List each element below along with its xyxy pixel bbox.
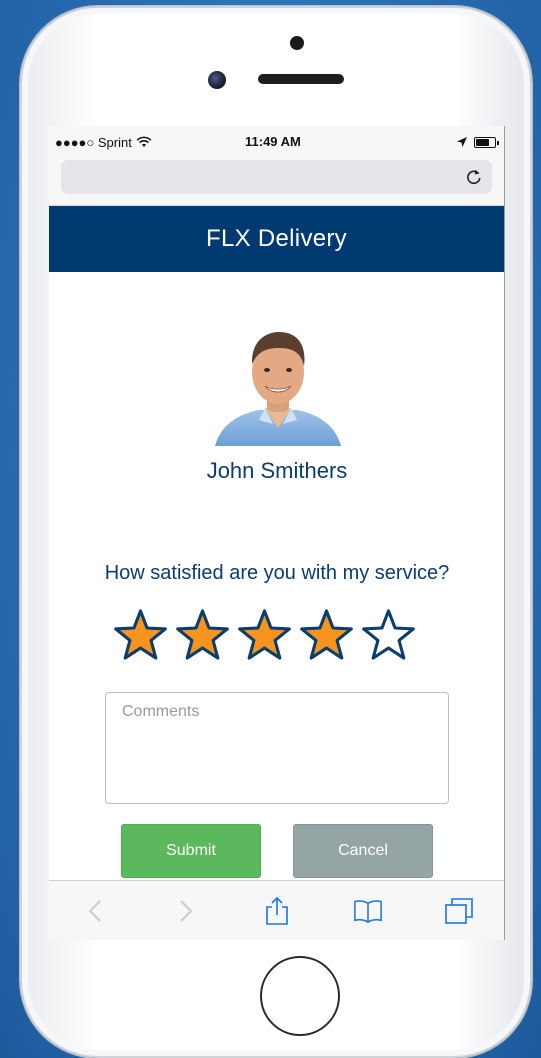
status-time: 11:49 AM	[245, 134, 301, 149]
earpiece-speaker	[258, 74, 344, 84]
status-left: ●●●●○ Sprint	[55, 135, 152, 150]
home-button[interactable]	[260, 956, 340, 1036]
star-rating[interactable]	[111, 608, 418, 664]
rating-form: John Smithers How satisfied are you with…	[49, 272, 504, 878]
reload-icon[interactable]	[464, 167, 484, 187]
status-right	[456, 136, 499, 148]
comments-field[interactable]	[105, 692, 449, 804]
forward-icon[interactable]	[171, 896, 201, 926]
cancel-button[interactable]: Cancel	[293, 824, 433, 878]
star-filled-icon[interactable]	[111, 608, 170, 664]
app-header: FLX Delivery	[49, 206, 504, 272]
proximity-sensor	[290, 36, 304, 50]
star-filled-icon[interactable]	[173, 608, 232, 664]
star-filled-icon[interactable]	[235, 608, 294, 664]
avatar	[215, 332, 341, 446]
front-camera	[208, 71, 226, 89]
tabs-icon[interactable]	[444, 896, 474, 926]
star-filled-icon[interactable]	[297, 608, 356, 664]
browser-toolbar	[49, 880, 504, 940]
carrier-label: ●●●●○ Sprint	[55, 134, 132, 150]
share-icon[interactable]	[262, 896, 292, 926]
back-icon[interactable]	[80, 896, 110, 926]
phone-screen: ●●●●○ Sprint 11:49 AM FLX Delivery John …	[49, 126, 505, 940]
location-arrow-icon	[457, 137, 467, 147]
battery-level	[476, 138, 489, 146]
address-bar-area	[49, 158, 504, 206]
driver-name: John Smithers	[206, 458, 348, 483]
app-title: FLX Delivery	[206, 225, 347, 252]
star-empty-icon[interactable]	[359, 608, 418, 664]
battery-icon	[474, 136, 499, 148]
wifi-icon	[136, 136, 152, 147]
rating-question: How satisfied are you with my service?	[104, 562, 450, 584]
bookmarks-icon[interactable]	[353, 896, 383, 926]
address-bar[interactable]	[61, 160, 492, 194]
status-bar: ●●●●○ Sprint 11:49 AM	[49, 126, 504, 158]
submit-button[interactable]: Submit	[121, 824, 261, 878]
